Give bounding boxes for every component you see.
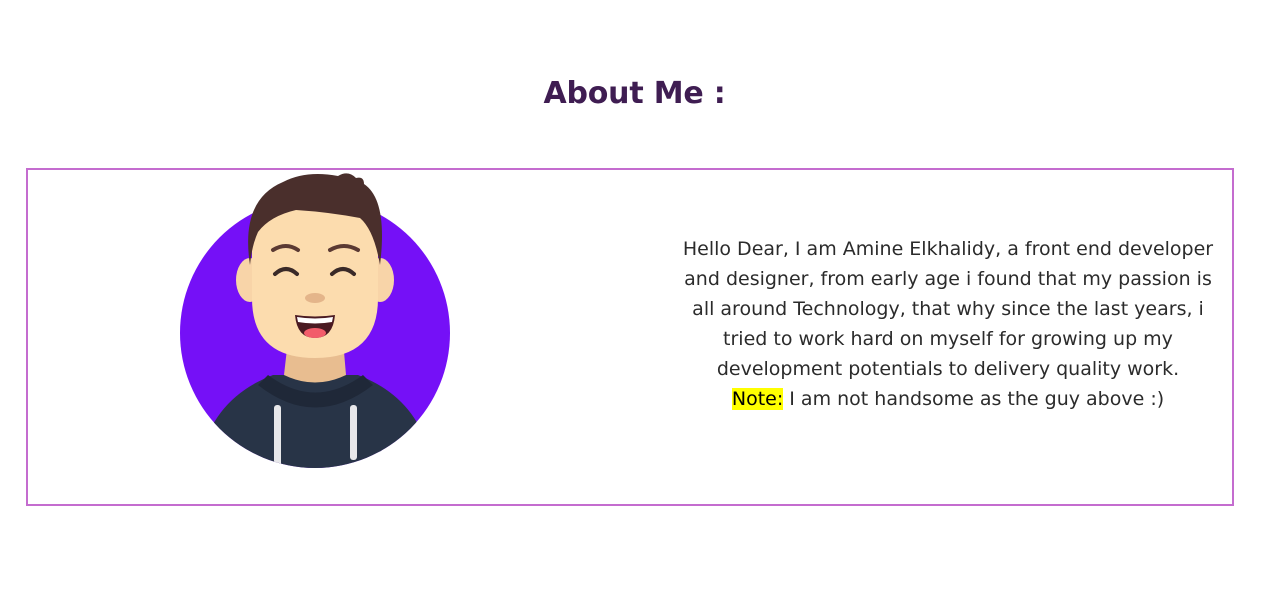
bio-text: Hello Dear, I am Amine Elkhalidy, a fron… (682, 238, 1214, 380)
note-text: I am not handsome as the guy above :) (783, 388, 1165, 410)
avatar (178, 170, 458, 470)
bio-text-block: Hello Dear, I am Amine Elkhalidy, a fron… (678, 234, 1218, 414)
note-line: Note: I am not handsome as the guy above… (678, 384, 1218, 414)
smiling-man-avatar-icon (180, 173, 450, 468)
note-label: Note: (731, 388, 784, 410)
section-title: About Me : (543, 76, 726, 111)
about-card: Hello Dear, I am Amine Elkhalidy, a fron… (26, 168, 1234, 506)
